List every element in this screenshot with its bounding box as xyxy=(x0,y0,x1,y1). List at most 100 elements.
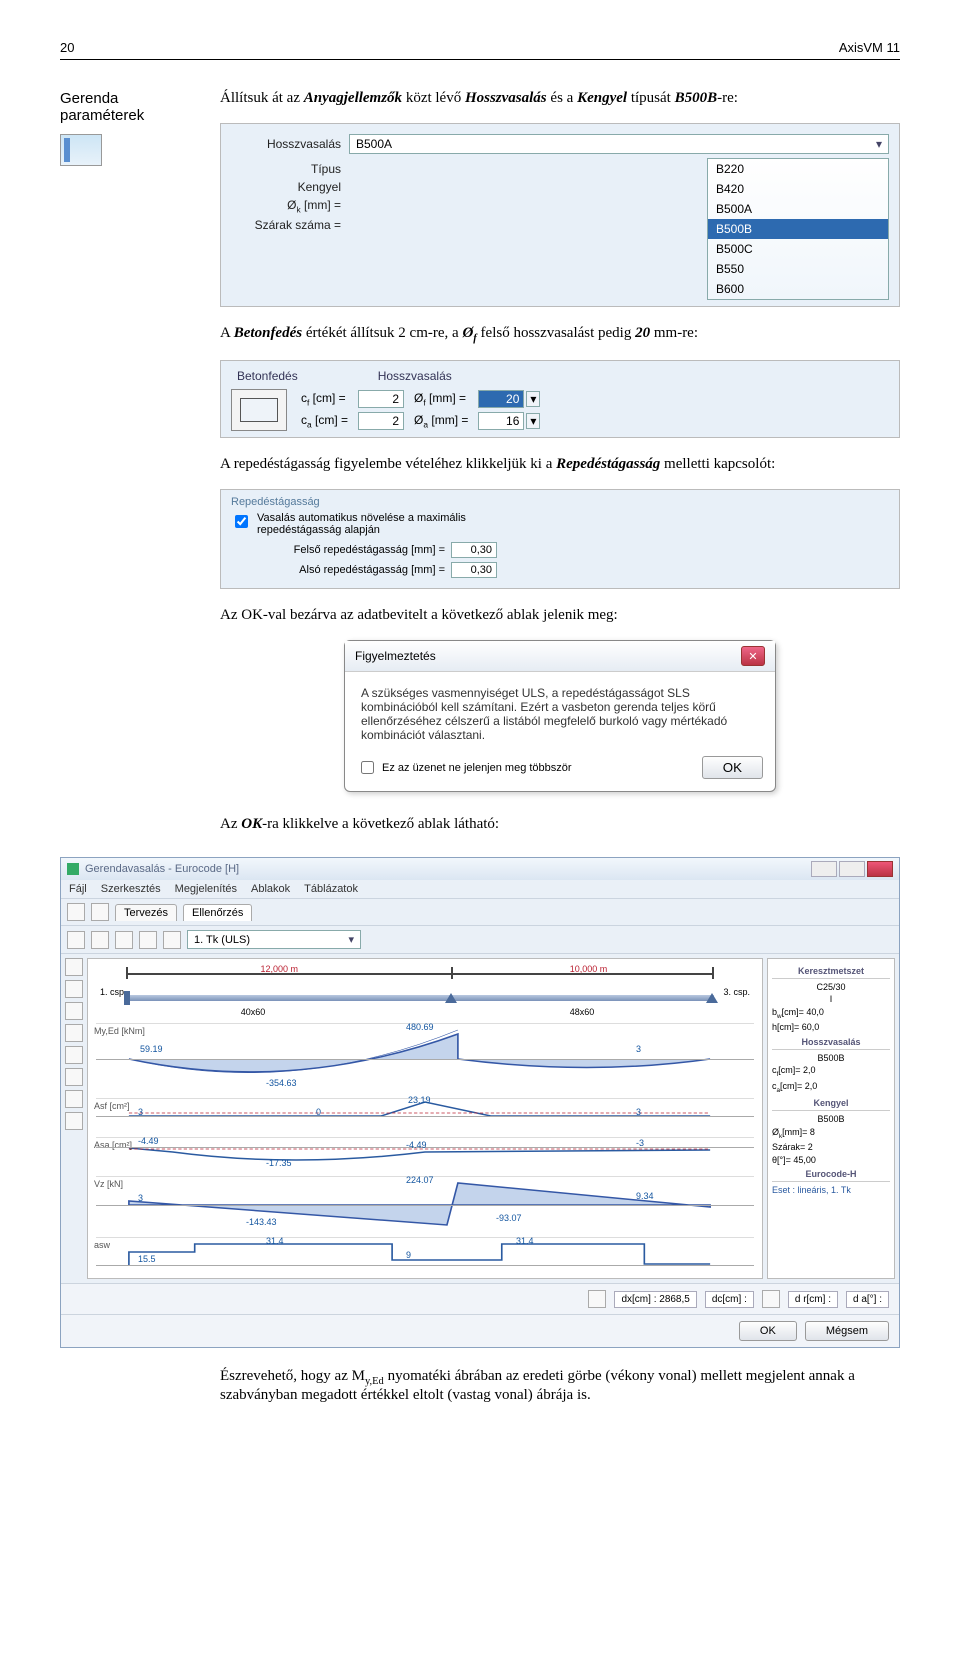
ok-button[interactable]: OK xyxy=(739,1321,797,1341)
beam-params-icon[interactable] xyxy=(60,134,102,166)
paragraph-3: A repedéstágasság figyelembe vételéhez k… xyxy=(220,456,900,473)
toolbar: Tervezés Ellenőrzés xyxy=(61,899,899,926)
cover-header: Betonfedés xyxy=(237,369,298,383)
material-panel: Hosszvasalás B500A▾ Típus Kengyel Øk [mm… xyxy=(220,123,900,307)
section-left-label: 40x60 xyxy=(241,1007,266,1017)
tab-check[interactable]: Ellenőrzés xyxy=(183,904,252,921)
status-bar: dx[cm] : 2868,5 dc[cm] : d r[cm] : d a[°… xyxy=(61,1283,899,1314)
status-dc: dc[cm] : xyxy=(705,1291,754,1308)
cancel-button[interactable]: Mégsem xyxy=(805,1321,889,1341)
pan-icon[interactable] xyxy=(65,1046,83,1064)
long-reinf-label: Hosszvasalás xyxy=(231,137,341,151)
menu-item[interactable]: Ablakok xyxy=(251,883,290,895)
crack-panel: Repedéstágasság Vasalás automatikus növe… xyxy=(220,489,900,589)
list-item[interactable]: B600 xyxy=(708,279,888,299)
menu-bar[interactable]: Fájl Szerkesztés Megjelenítés Ablakok Tá… xyxy=(61,880,899,899)
tool-icon[interactable] xyxy=(65,1112,83,1130)
tool-icon[interactable] xyxy=(65,1068,83,1086)
list-item[interactable]: B420 xyxy=(708,179,888,199)
properties-panel: Keresztmetszet C25/30 I bw[cm]= 40,0 h[c… xyxy=(767,958,895,1279)
of-label: Øf [mm] = xyxy=(414,391,468,407)
paragraph-5: Az OK-ra klikkelve a következő ablak lát… xyxy=(220,816,900,833)
crack-title: Repedéstágasság xyxy=(231,496,889,508)
top-crack-input[interactable]: 0,30 xyxy=(451,542,497,558)
chart-moment: My,Ed [kNm] 59.19 -354.63 480.69 3 xyxy=(96,1023,754,1094)
minimize-icon[interactable] xyxy=(811,861,837,877)
dialog-title: Figyelmeztetés xyxy=(355,649,436,663)
ok-button[interactable]: OK xyxy=(702,756,763,779)
tool-icon[interactable] xyxy=(139,931,157,949)
type-label: Típus xyxy=(231,162,341,176)
tool-icon[interactable] xyxy=(91,931,109,949)
long-reinf-dropdown[interactable]: B500A▾ xyxy=(349,134,889,154)
dont-show-label: Ez az üzenet ne jelenjen meg többször xyxy=(382,762,572,774)
longreinf-header: Hosszvasalás xyxy=(378,369,452,383)
status-dx: dx[cm] : 2868,5 xyxy=(614,1291,696,1308)
tool-icon[interactable] xyxy=(65,1090,83,1108)
oa-input[interactable]: 16 xyxy=(478,412,524,430)
page-title: AxisVM 11 xyxy=(839,40,900,55)
chevron-down-icon[interactable]: ▾ xyxy=(526,413,540,429)
bottom-crack-label: Alsó repedéstágasság [mm] = xyxy=(255,564,445,576)
list-item[interactable]: B500C xyxy=(708,239,888,259)
list-item-selected[interactable]: B500B xyxy=(708,219,888,239)
menu-item[interactable]: Megjelenítés xyxy=(175,883,237,895)
status-da: d a[°] : xyxy=(846,1291,889,1308)
warning-dialog: Figyelmeztetés ✕ A szükséges vasmennyisé… xyxy=(344,640,776,792)
close-icon[interactable] xyxy=(867,861,893,877)
chart-asf: Asf [cm²] 3 0 23.19 3 xyxy=(96,1098,754,1133)
oa-label: Øa [mm] = xyxy=(414,413,468,429)
dialog-body: A szükséges vasmennyiséget ULS, a repedé… xyxy=(345,672,775,756)
menu-item[interactable]: Táblázatok xyxy=(304,883,358,895)
paragraph-2: A Betonfedés értékét állítsuk 2 cm-re, a… xyxy=(220,325,900,344)
chart-asw: asw 15.5 31.4 9 31.4 xyxy=(96,1237,754,1272)
auto-increase-checkbox[interactable] xyxy=(235,515,248,528)
chart-area: 12,000 m 10,000 m 1. csp. 3. csp. 40x60 … xyxy=(87,958,763,1279)
chart-asa: Asa [cm²] -4.49 -17.35 -4.49 -3 xyxy=(96,1137,754,1172)
tool-icon[interactable] xyxy=(67,931,85,949)
chevron-down-icon: ▾ xyxy=(876,137,882,151)
print-icon[interactable] xyxy=(67,903,85,921)
paragraph-1: Állítsuk át az Anyagjellemzők közt lévő … xyxy=(220,90,900,107)
tool-icon[interactable] xyxy=(762,1290,780,1308)
tool-icon[interactable] xyxy=(115,931,133,949)
steel-grade-list[interactable]: B220 B420 B500A B500B B500C B550 B600 xyxy=(707,158,889,300)
tool-icon[interactable] xyxy=(588,1290,606,1308)
node-left: 1. csp. xyxy=(100,987,127,997)
menu-item[interactable]: Fájl xyxy=(69,883,87,895)
select-icon[interactable] xyxy=(65,958,83,976)
zoom-fit-icon[interactable] xyxy=(65,1024,83,1042)
list-item[interactable]: B500A xyxy=(708,199,888,219)
legs-label: Szárak száma = xyxy=(231,218,341,232)
bottom-crack-input[interactable]: 0,30 xyxy=(451,562,497,578)
list-item[interactable]: B550 xyxy=(708,259,888,279)
top-crack-label: Felső repedéstágasság [mm] = xyxy=(255,544,445,556)
paragraph-6: Észrevehető, hogy az My,Ed nyomatéki ábr… xyxy=(220,1368,900,1404)
toolbar-2: 1. Tk (ULS)▾ xyxy=(61,926,899,954)
list-item[interactable]: B220 xyxy=(708,159,888,179)
tab-design[interactable]: Tervezés xyxy=(115,904,177,921)
copy-icon[interactable] xyxy=(91,903,109,921)
zoom-out-icon[interactable] xyxy=(65,1002,83,1020)
close-icon[interactable]: ✕ xyxy=(741,646,765,666)
beam-reinforcement-window: Gerendavasalás - Eurocode [H] Fájl Szerk… xyxy=(60,857,900,1348)
cross-section-icon[interactable] xyxy=(231,389,287,431)
maximize-icon[interactable] xyxy=(839,861,865,877)
of-input[interactable]: 20 xyxy=(478,390,524,408)
chevron-down-icon[interactable]: ▾ xyxy=(526,391,540,407)
auto-increase-label: Vasalás automatikus növelése a maximális… xyxy=(257,512,497,536)
chart-vz: Vz [kN] 3 -143.43 224.07 -93.07 9.34 xyxy=(96,1176,754,1233)
window-title: Gerendavasalás - Eurocode [H] xyxy=(85,863,239,875)
left-toolbar xyxy=(65,958,83,1279)
diameter-label: Øk [mm] = xyxy=(231,198,341,214)
dont-show-checkbox[interactable] xyxy=(361,761,374,774)
menu-item[interactable]: Szerkesztés xyxy=(101,883,161,895)
status-dr: d r[cm] : xyxy=(788,1291,838,1308)
load-case-dropdown[interactable]: 1. Tk (ULS)▾ xyxy=(187,930,361,949)
cf-input[interactable]: 2 xyxy=(358,390,404,408)
tool-icon[interactable] xyxy=(163,931,181,949)
ca-input[interactable]: 2 xyxy=(358,412,404,430)
cf-label: cf [cm] = xyxy=(301,391,348,407)
paragraph-4: Az OK-val bezárva az adatbevitelt a köve… xyxy=(220,607,900,624)
zoom-in-icon[interactable] xyxy=(65,980,83,998)
